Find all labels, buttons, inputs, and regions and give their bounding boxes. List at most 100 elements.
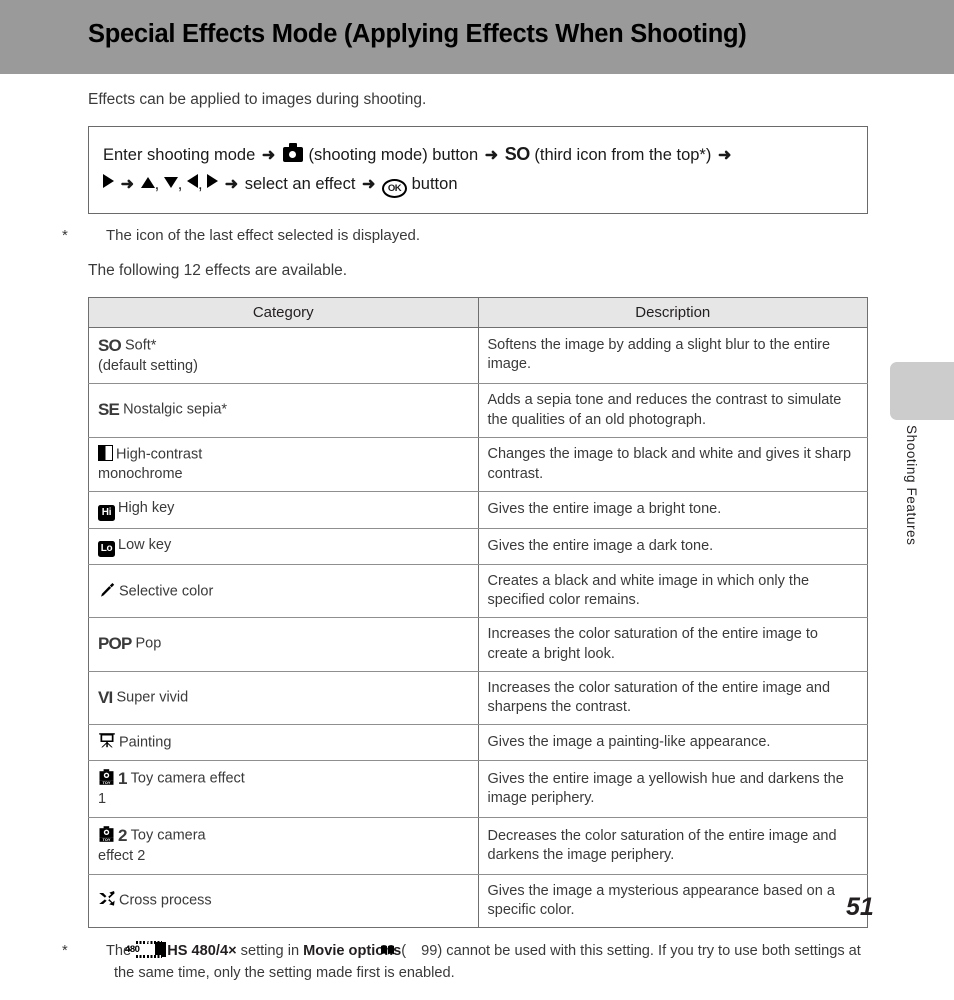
film-strip-bottom	[136, 955, 163, 959]
arrow-icon: ➜	[224, 176, 239, 194]
category-label: Selective color	[119, 583, 214, 600]
table-row: TOY 1 Toy camera effect 1 Gives the entir…	[88, 760, 868, 818]
category-sublabel: monochrome	[98, 465, 183, 482]
bottom-footnote: * The 480 P TV HS 480/4× setting in Movie …	[62, 941, 868, 985]
camera-shooting-mode-icon	[282, 143, 303, 163]
category-label: Pop	[135, 635, 162, 652]
description-cell: Gives the entire image a yellowish hue a…	[477, 760, 868, 818]
right-triangle-icon	[207, 174, 219, 189]
high-key-icon: Hi	[98, 504, 115, 521]
painting-easel-icon	[98, 732, 116, 749]
se-glyph-icon: SE	[98, 400, 120, 420]
intro-text: Effects can be applied to images during …	[88, 91, 427, 108]
category-sublabel: 1	[98, 791, 107, 808]
category-cell-toy-camera-1: TOY 1 Toy camera effect 1	[88, 760, 479, 818]
category-label: Painting	[119, 734, 172, 751]
pop-glyph-icon: POP	[98, 634, 132, 654]
toy-camera-1-icon: TOY	[98, 768, 115, 785]
chapter-tab-marker	[890, 362, 954, 420]
effects-count-text: The following 12 effects are available.	[88, 261, 348, 279]
arrow-icon: ➜	[120, 176, 134, 194]
category-cell-selective-color: Selective color	[88, 564, 479, 619]
low-key-icon: Lo	[98, 541, 115, 558]
procedure-line-2: ➜ , , , ➜ select an effect ➜ OK button	[103, 170, 853, 199]
category-cell-super-vivid: VI Super vivid	[88, 670, 479, 725]
category-label: Super vivid	[116, 689, 189, 706]
table-row: Selective color Creates a black and whit…	[88, 564, 868, 619]
category-label: High-contrast	[116, 446, 203, 463]
selective-color-eyedropper-icon	[98, 581, 116, 598]
category-label: Soft*	[124, 337, 157, 354]
chapter-tab-label: Shooting Features	[904, 425, 919, 546]
category-sublabel: (default setting)	[98, 357, 198, 374]
category-cell-cross-process: Cross process	[88, 873, 479, 929]
category-sublabel: effect 2	[98, 848, 146, 865]
procedure-text-button: button	[411, 175, 458, 194]
table-row: Hi High key Gives the entire image a brig…	[88, 491, 868, 529]
description-cell: Gives the image a mysterious appearance …	[477, 873, 868, 929]
arrow-icon: ➜	[484, 147, 499, 165]
toy-camera-2-icon: TOY	[98, 825, 115, 842]
category-label: High key	[118, 500, 175, 517]
table-row: High-contrast monochrome Changes the ima…	[88, 436, 868, 493]
category-cell-soft: SO Soft* (default setting)	[88, 326, 479, 385]
comma-separator: ,	[197, 175, 203, 194]
description-cell: Changes the image to black and white and…	[477, 436, 868, 493]
footnote-text-part2: setting in	[240, 943, 300, 960]
category-label: Toy camera	[130, 827, 206, 844]
table-row: Lo Low key Gives the entire image a dark …	[88, 527, 868, 566]
page-title: Special Effects Mode (Applying Effects W…	[88, 20, 747, 48]
description-cell: Gives the entire image a dark tone.	[477, 527, 868, 566]
description-cell: Decreases the color saturation of the en…	[477, 816, 868, 875]
comma-separator: ,	[177, 175, 183, 194]
svg-text:TOY: TOY	[103, 780, 111, 785]
description-cell: Softens the image by adding a slight blu…	[477, 326, 868, 385]
toy-camera-2-number: 2	[118, 825, 127, 845]
footnote-icon-note: * The icon of the last effect selected is…	[62, 226, 868, 246]
ok-button-icon: OK	[382, 179, 408, 199]
manual-reference-book-icon	[381, 942, 421, 955]
soft-effect-glyph: SO	[504, 144, 531, 165]
description-cell: Creates a black and white image in which…	[477, 564, 868, 619]
category-cell-toy-camera-2: TOY 2 Toy camera effect 2	[88, 816, 479, 875]
category-label: Cross process	[119, 893, 212, 910]
category-cell-nostalgic-sepia: SE Nostalgic sepia*	[88, 383, 479, 438]
category-cell-high-contrast-monochrome: High-contrast monochrome	[88, 436, 479, 493]
paren-close: )	[437, 943, 443, 960]
procedure-line-1: Enter shooting mode ➜ (shooting mode) bu…	[103, 139, 853, 170]
hs-480-movie-icon: 480 P TV	[125, 941, 167, 959]
cross-process-icon	[98, 890, 116, 907]
high-contrast-monochrome-icon	[98, 444, 113, 461]
table-row: TOY 2 Toy camera effect 2 Decreases the c…	[88, 816, 868, 875]
category-label: Nostalgic sepia*	[123, 401, 228, 418]
description-cell: Adds a sepia tone and reduces the contra…	[477, 383, 868, 438]
procedure-text-shooting-mode-button: (shooting mode) button	[308, 146, 479, 165]
table-row: VI Super vivid Increases the color satura…	[88, 670, 868, 725]
left-triangle-icon	[186, 174, 198, 189]
description-cell: Increases the color saturation of the en…	[477, 670, 868, 725]
category-label: Toy camera effect	[130, 770, 245, 787]
category-cell-high-key: Hi High key	[88, 491, 479, 529]
comma-separator: ,	[154, 175, 160, 194]
table-row: POP Pop Increases the color saturation of…	[88, 617, 868, 672]
column-header-description: Description	[477, 296, 868, 328]
table-row: SO Soft* (default setting) Softens the im…	[88, 326, 868, 385]
super-vivid-glyph-icon: VI	[98, 687, 113, 707]
page-content: Effects can be applied to images during …	[62, 74, 868, 1000]
table-row: Painting Gives the image a painting-like…	[88, 723, 868, 762]
table-header-row: Category Description	[88, 296, 868, 328]
category-label: Low key	[118, 536, 172, 553]
arrow-icon: ➜	[717, 147, 732, 165]
description-cell: Increases the color saturation of the en…	[477, 617, 868, 672]
special-effects-table: Category Description SO Soft* (default se…	[88, 296, 868, 929]
page-reference: 99	[421, 943, 438, 960]
category-cell-painting: Painting	[88, 723, 479, 762]
description-cell: Gives the image a painting-like appearan…	[477, 723, 868, 762]
procedure-box: Enter shooting mode ➜ (shooting mode) bu…	[88, 126, 868, 214]
up-triangle-icon	[140, 177, 155, 189]
page-number: 51	[846, 893, 874, 921]
procedure-text-enter-shooting-mode: Enter shooting mode	[103, 146, 256, 165]
category-cell-low-key: Lo Low key	[88, 527, 479, 566]
procedure-text-third-icon: (third icon from the top*)	[534, 146, 712, 165]
down-triangle-icon	[163, 177, 178, 189]
